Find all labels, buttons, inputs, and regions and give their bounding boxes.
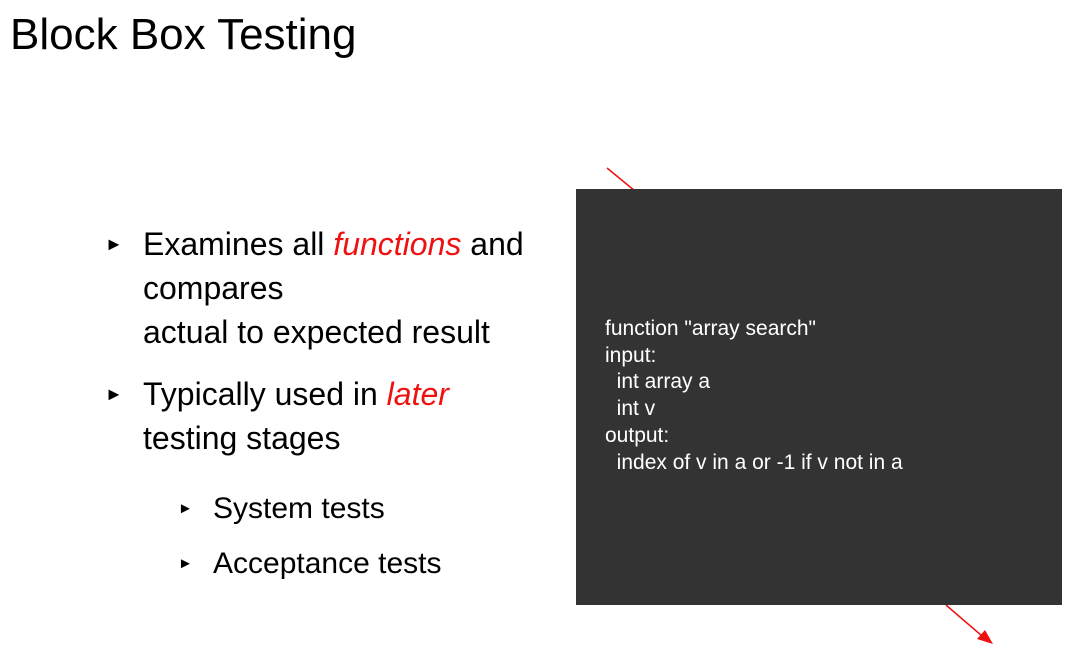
black-box-pseudocode-panel: function "array search" input: int array… — [576, 189, 1062, 605]
output-arrowhead-icon — [977, 630, 993, 644]
code-line: function "array search" — [605, 317, 817, 340]
output-arrow-line — [945, 604, 983, 637]
code-line: index of v in a or -1 if v not in a — [605, 450, 903, 474]
code-line: int v — [605, 397, 656, 421]
code-line: output: — [605, 423, 670, 447]
code-line: int array a — [605, 370, 711, 394]
input-arrow-line — [606, 167, 636, 192]
code-line: input: — [605, 343, 657, 367]
